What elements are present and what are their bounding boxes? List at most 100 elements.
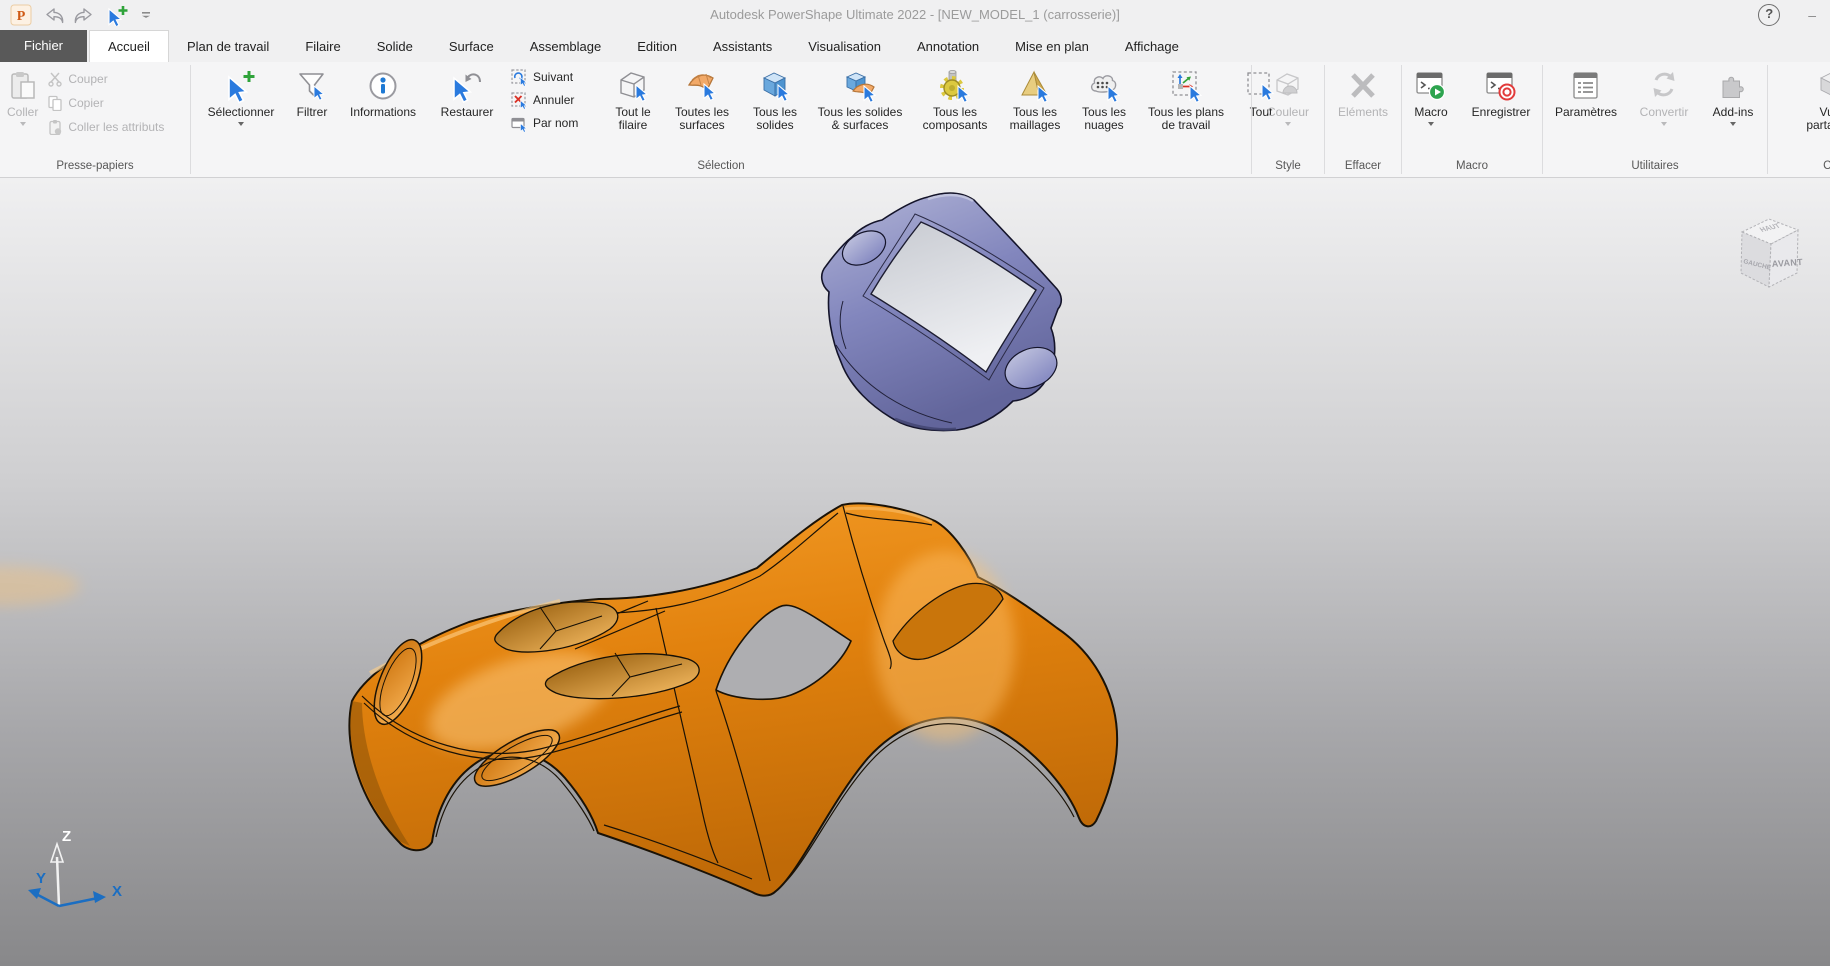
window-title: Autodesk PowerShape Ultimate 2022 - [NEW… [0,0,1830,30]
tab-mise-en-plan[interactable]: Mise en plan [997,31,1107,62]
tab-visualisation[interactable]: Visualisation [790,31,899,62]
filter-button[interactable]: Filtrer [287,65,337,159]
svg-text:P: P [17,9,26,24]
shared-views-button[interactable]: Vues partagées [1795,65,1830,159]
macro-record-icon [1485,66,1517,106]
cancel-selection-button[interactable]: Annuler [511,90,597,110]
clipboard-attributes-icon [47,119,63,135]
copy-icon [47,95,63,111]
group-label: Sélection [191,159,1251,177]
group-erase: Eléments Effacer [1325,62,1401,177]
group-style: Couleur Style [1252,62,1324,177]
undo-icon[interactable] [42,5,64,25]
group-utilities: Paramètres Convertir Add-ins U [1543,62,1767,177]
axis-z-label: Z [62,828,71,845]
tab-filaire[interactable]: Filaire [287,31,358,62]
color-button: Couleur [1264,65,1312,159]
dropdown-caret-icon [1661,122,1667,126]
select-add-cursor-icon[interactable] [106,4,130,26]
group-presse-papiers: Coller Couper Copier Coller les attribut… [0,62,190,177]
select-button[interactable]: Sélectionner [195,65,287,159]
select-next-icon [511,69,528,86]
tab-surface[interactable]: Surface [431,31,512,62]
select-all-solids-surfaces-button[interactable]: Tous les solides & surfaces [809,65,911,159]
solid-and-surface-icon [843,66,877,106]
ribbon-tabs: Fichier Accueil Plan de travail Filaire … [0,30,1830,62]
axis-y-label: Y [36,870,46,887]
select-all-components-button[interactable]: Tous les composants [911,65,999,159]
info-icon [368,66,398,106]
restore-selection-button[interactable]: Restaurer [429,65,505,159]
tab-assemblage[interactable]: Assemblage [512,31,620,62]
settings-button[interactable]: Paramètres [1543,65,1629,159]
select-all-wireframe-button[interactable]: Tout le filaire [603,65,663,159]
solid-cube-icon [759,66,791,106]
quick-access-toolbar: P [10,3,152,27]
dropdown-caret-icon [20,122,26,126]
dropdown-caret-icon [238,122,244,126]
paste-button: Coller [4,65,41,159]
select-all-clouds-button[interactable]: Tous les nuages [1071,65,1137,159]
mesh-pyramid-icon [1019,66,1051,106]
select-next-button[interactable]: Suivant [511,67,597,87]
cancel-selection-icon [511,92,528,109]
help-icon[interactable]: ? [1758,4,1780,26]
macro-button[interactable]: Macro [1402,65,1460,159]
group-label: Macro [1402,159,1542,177]
tab-affichage[interactable]: Affichage [1107,31,1197,62]
group-label: Effacer [1325,159,1401,177]
color-cube-icon [1273,66,1303,106]
customize-quick-access-icon[interactable] [140,8,152,22]
dropdown-caret-icon [1285,122,1291,126]
select-all-meshes-button[interactable]: Tous les maillages [999,65,1071,159]
3d-viewport[interactable]: Z Y X HAUT GAUCHE AVANT [0,178,1830,966]
select-all-surfaces-button[interactable]: Toutes les surfaces [663,65,741,159]
select-all-solids-button[interactable]: Tous les solides [741,65,809,159]
copy-button: Copier [47,93,164,113]
group-label: Coll [1768,159,1830,177]
wireframe-cube-icon [617,66,649,106]
point-cloud-icon [1088,66,1120,106]
ribbon: Coller Couper Copier Coller les attribut… [0,62,1830,178]
funnel-icon [297,66,327,106]
tab-fichier[interactable]: Fichier [0,30,87,62]
tab-solide[interactable]: Solide [359,31,431,62]
select-by-name-icon [511,115,528,132]
surface-patch-icon [686,66,718,106]
view-cube[interactable]: HAUT GAUCHE AVANT [1741,219,1803,287]
windscreen-frame-model[interactable] [822,193,1064,430]
settings-list-icon [1571,66,1601,106]
dropdown-caret-icon [1730,122,1736,126]
workplane-icon [1170,66,1202,106]
group-label: Presse-papiers [0,159,190,177]
view-cube-front-label: AVANT [1771,257,1803,269]
erase-elements-button: Eléments [1335,65,1391,159]
powershape-window: P Autodesk PowerShape Ultimate 2022 - [N… [0,0,1830,965]
title-bar: P Autodesk PowerShape Ultimate 2022 - [N… [0,0,1830,30]
minimize-icon[interactable]: – [1808,5,1816,25]
group-label: Style [1252,159,1324,177]
cut-button: Couper [47,69,164,89]
tab-assistants[interactable]: Assistants [695,31,790,62]
puzzle-piece-icon [1717,66,1749,106]
paste-attributes-button: Coller les attributs [47,117,164,137]
informations-button[interactable]: Informations [337,65,429,159]
clipboard-paste-icon [8,66,38,106]
select-all-workplanes-button[interactable]: Tous les plans de travail [1137,65,1235,159]
shared-views-cube-icon [1816,66,1830,106]
tab-edition[interactable]: Edition [619,31,695,62]
tab-accueil[interactable]: Accueil [89,30,169,62]
redo-icon[interactable] [74,5,96,25]
dropdown-caret-icon [1428,122,1434,126]
group-macro: Macro Enregistrer Macro [1402,62,1542,177]
powershape-logo-icon[interactable]: P [10,4,32,26]
axis-triad: Z Y X [28,828,122,906]
tab-plan-de-travail[interactable]: Plan de travail [169,31,287,62]
tab-annotation[interactable]: Annotation [899,31,997,62]
car-body-model[interactable] [0,503,1117,895]
cursor-undo-icon [451,66,483,106]
select-cursor-icon [224,66,258,106]
select-by-name-button[interactable]: Par nom [511,113,597,133]
record-macro-button[interactable]: Enregistrer [1460,65,1542,159]
addins-button[interactable]: Add-ins [1699,65,1767,159]
